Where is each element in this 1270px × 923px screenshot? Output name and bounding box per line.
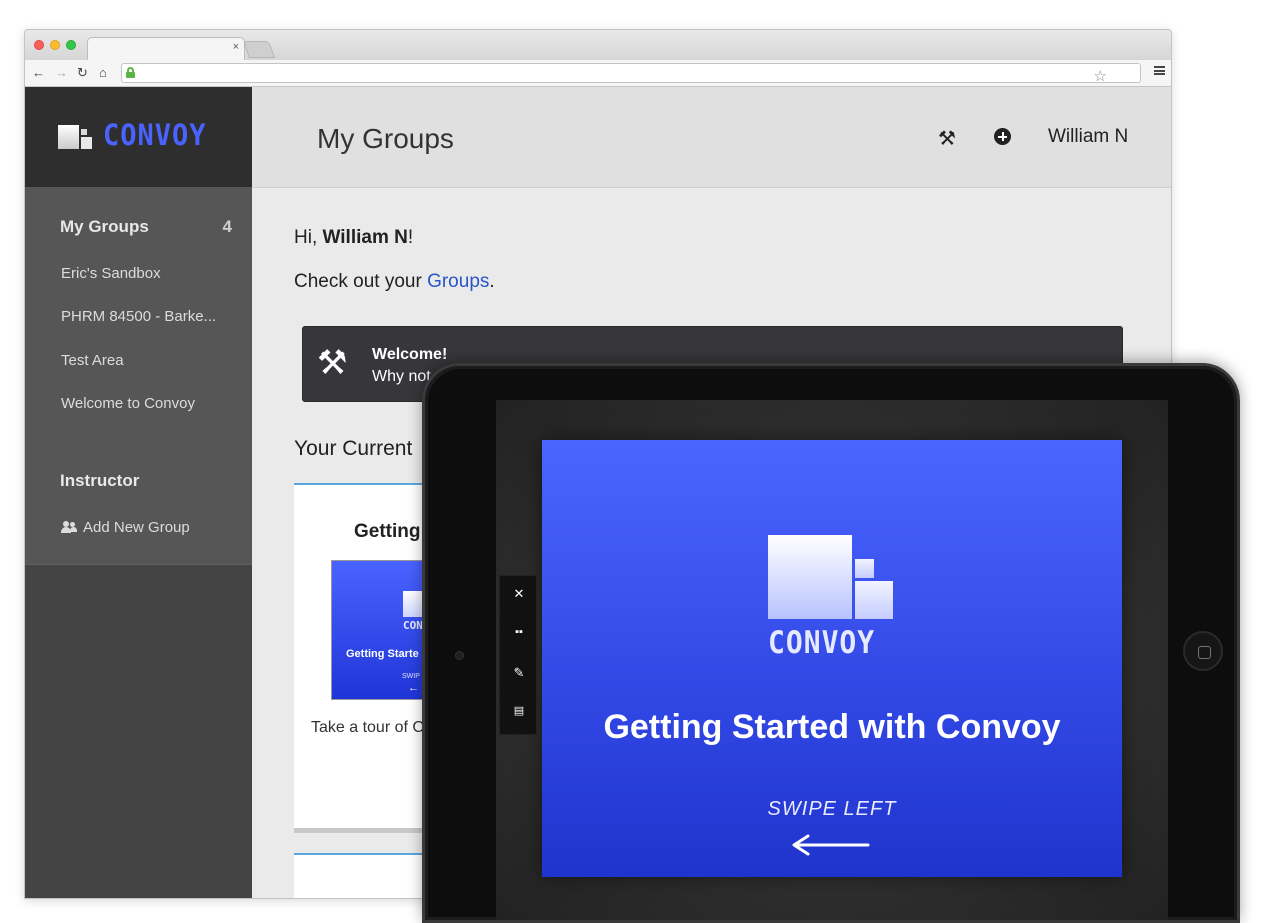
back-icon[interactable]: ← [32, 65, 45, 80]
sidebar-groups-section: My Groups 4 Eric's Sandbox PHRM 84500 - … [25, 187, 252, 441]
welcome-text: Why not [372, 368, 431, 385]
notes-icon[interactable]: ▤ [500, 704, 538, 717]
groups-count-badge: 4 [222, 217, 232, 236]
home-icon[interactable]: ⌂ [99, 65, 107, 80]
sidebar-item-group[interactable]: Test Area [61, 352, 124, 369]
thumb-title: Getting Starte [346, 648, 419, 660]
pen-icon[interactable]: ✎ [500, 665, 538, 681]
maximize-window-button[interactable] [66, 40, 76, 50]
sidebar-item-group[interactable]: Welcome to Convoy [61, 395, 195, 412]
brand[interactable]: CONVOY [25, 87, 252, 187]
card-title: Getting [354, 521, 421, 542]
sidebar-item-add-group[interactable]: Add New Group [61, 519, 190, 536]
plus-circle-icon[interactable] [994, 128, 1011, 145]
sidebar-groups-heading[interactable]: My Groups [60, 217, 149, 237]
greeting: Hi, William N! [294, 227, 414, 248]
greeting-name: William N [322, 227, 408, 248]
tablet-screen: CONVOY Getting Started with Convoy SWIPE… [496, 400, 1168, 920]
groups-link[interactable]: Groups [427, 271, 489, 292]
sidebar-instructor-section: Instructor Add New Group [25, 441, 252, 565]
brand-name: CONVOY [103, 118, 207, 153]
menu-icon[interactable] [1154, 66, 1165, 75]
user-menu[interactable]: William N [1048, 126, 1128, 148]
grid-icon[interactable]: ▪▪ [500, 626, 538, 638]
address-bar[interactable]: ☆ [121, 63, 1141, 85]
arrow-left-icon [792, 834, 870, 856]
current-groups-heading: Your Current [294, 437, 413, 460]
reload-icon[interactable]: ↻ [77, 65, 88, 81]
close-window-button[interactable] [34, 40, 44, 50]
slide-brand: CONVOY [768, 624, 876, 661]
new-tab-button[interactable] [242, 41, 276, 58]
users-icon [61, 521, 77, 533]
tablet-device: CONVOY Getting Started with Convoy SWIPE… [422, 363, 1240, 923]
lock-icon [126, 67, 135, 78]
swipe-hint: SWIPE LEFT [767, 798, 897, 820]
home-button[interactable] [1183, 631, 1223, 671]
browser-toolbar: ← → ↻ ⌂ ☆ [25, 60, 1171, 87]
forward-icon[interactable]: → [55, 65, 68, 80]
logo-icon [768, 535, 894, 619]
sidebar: CONVOY My Groups 4 Eric's Sandbox PHRM 8… [25, 87, 252, 898]
close-icon[interactable]: ✕ [500, 586, 538, 602]
thumb-swipe: SWIP [402, 673, 420, 680]
header: My Groups ⚒ William N [252, 87, 1171, 188]
add-group-label: Add New Group [83, 519, 190, 536]
logo-icon [58, 125, 94, 149]
checkout-text: Check out your Groups. [294, 271, 495, 292]
sidebar-item-group[interactable]: PHRM 84500 - Barke... [61, 308, 216, 325]
slide[interactable]: CONVOY Getting Started with Convoy SWIPE… [542, 440, 1122, 877]
arrow-left-icon: ← [408, 682, 419, 694]
slide-title: Getting Started with Convoy [603, 708, 1061, 746]
minimize-window-button[interactable] [50, 40, 60, 50]
tools-icon: ⚒ [317, 344, 348, 382]
welcome-title: Welcome! [372, 346, 448, 363]
star-icon[interactable]: ☆ [1094, 67, 1107, 85]
tab-close-icon[interactable]: × [233, 41, 239, 53]
tools-icon[interactable]: ⚒ [938, 126, 956, 151]
browser-tabbar: × [25, 30, 1171, 60]
camera-icon [455, 651, 464, 660]
browser-tab[interactable]: × [87, 37, 245, 60]
card-description: Take a tour of C [311, 719, 424, 736]
sidebar-instructor-heading: Instructor [60, 471, 140, 490]
sidebar-item-group[interactable]: Eric's Sandbox [61, 265, 161, 282]
page-title: My Groups [317, 123, 454, 154]
slide-toolbar: ✕ ▪▪ ✎ ▤ [499, 575, 537, 735]
